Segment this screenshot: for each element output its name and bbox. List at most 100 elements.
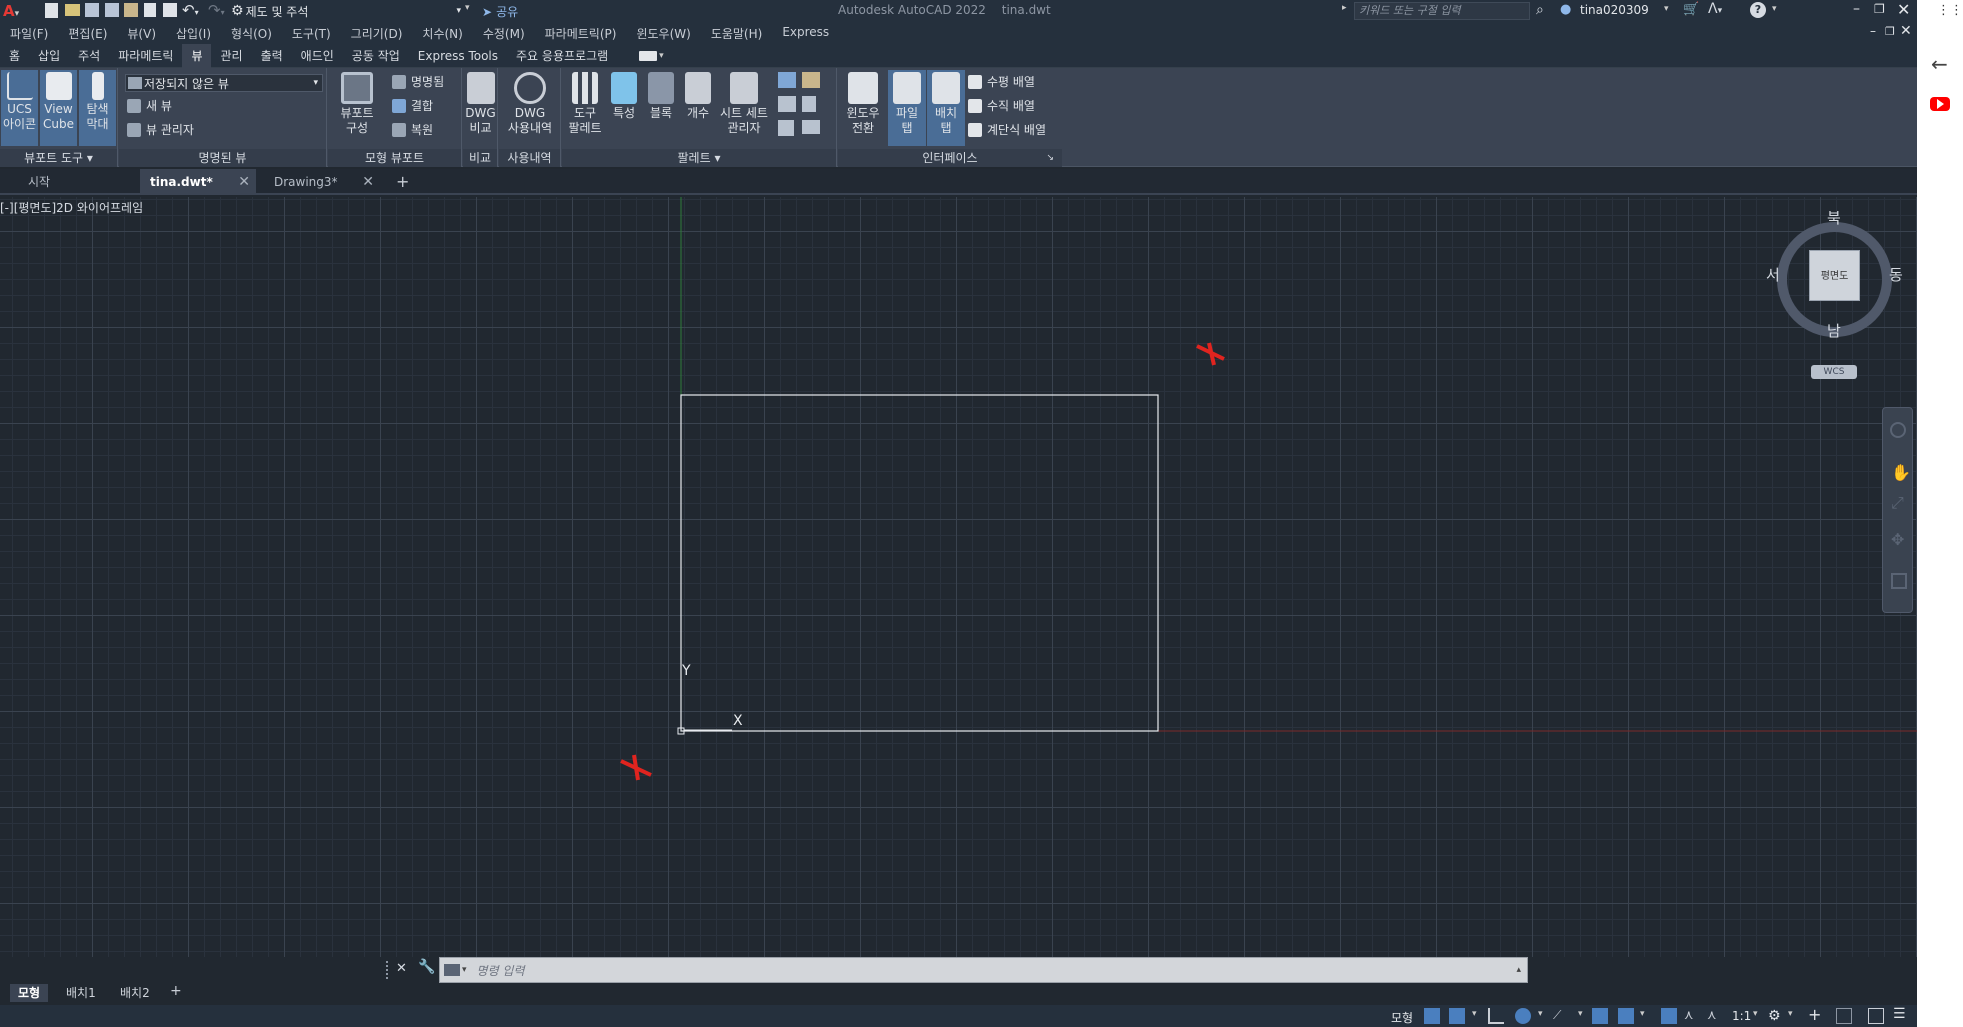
new-tab-button[interactable]: +: [396, 172, 409, 191]
app-menu-button[interactable]: A▾: [3, 2, 19, 20]
workspace-gear-icon[interactable]: ⚙: [1768, 1008, 1784, 1024]
doc-close-icon[interactable]: ✕: [1900, 23, 1912, 39]
panel-title[interactable]: 뷰포트 도구 ▾: [0, 149, 117, 167]
chevron-down-icon[interactable]: ▾: [1472, 1009, 1477, 1019]
polar-tracking-icon[interactable]: [1515, 1008, 1531, 1024]
named-viewports-button[interactable]: 명명됨: [392, 72, 444, 92]
tab-model[interactable]: 모형: [10, 984, 49, 1002]
palette-small-icon[interactable]: [802, 96, 816, 112]
tab-layout2[interactable]: 배치2: [112, 984, 158, 1002]
isodraft-icon[interactable]: ⟋: [1553, 1008, 1569, 1024]
customize-menu-icon[interactable]: ☰: [1893, 1006, 1909, 1022]
ribbon-minimize-toggle[interactable]: [639, 50, 658, 61]
minimize-icon[interactable]: –: [1853, 1, 1860, 17]
help-icon[interactable]: ?: [1750, 2, 1766, 18]
ortho-icon[interactable]: [1488, 1008, 1504, 1024]
doc-minimize-icon[interactable]: –: [1870, 24, 1876, 38]
rectangle-shape[interactable]: [680, 394, 1159, 732]
menu-item[interactable]: 도움말(H): [701, 25, 773, 42]
compass-west[interactable]: 서: [1766, 264, 1780, 285]
menu-item[interactable]: 치수(N): [412, 25, 472, 42]
view-manager-button[interactable]: 뷰 관리자: [127, 120, 194, 140]
menu-item[interactable]: 수정(M): [473, 25, 535, 42]
chevron-down-icon[interactable]: ▾: [462, 965, 467, 975]
web-save-icon[interactable]: [124, 3, 138, 17]
annotation-visibility-icon[interactable]: [1661, 1008, 1677, 1024]
undo-icon[interactable]: ↶▾: [182, 1, 199, 19]
menu-item[interactable]: 그리기(D): [341, 25, 413, 42]
menu-item[interactable]: 파일(F): [0, 25, 58, 42]
wcs-dropdown[interactable]: WCS: [1811, 365, 1857, 379]
chevron-down-icon[interactable]: ▾: [1753, 1009, 1758, 1019]
ribbon-tab[interactable]: 홈: [0, 44, 29, 68]
doc-restore-icon[interactable]: ❐: [1885, 25, 1895, 38]
menu-item[interactable]: 파라메트릭(P): [535, 25, 627, 42]
join-viewports-button[interactable]: 결합: [392, 96, 433, 116]
properties-button[interactable]: 특성: [606, 72, 642, 121]
annotation-monitor-icon[interactable]: +: [1808, 1005, 1824, 1024]
nav-bar-button[interactable]: 탐색 막대: [79, 70, 116, 146]
save-icon[interactable]: [85, 3, 99, 17]
compass-east[interactable]: 동: [1889, 264, 1903, 285]
open-file-icon[interactable]: [65, 4, 80, 16]
user-name[interactable]: tina020309: [1580, 3, 1649, 17]
close-icon[interactable]: ✕: [396, 961, 407, 976]
ribbon-tab[interactable]: 삽입: [29, 44, 69, 68]
chevron-down-icon[interactable]: ▾: [1772, 4, 1777, 14]
tile-vertical-button[interactable]: 수직 배열: [968, 96, 1035, 116]
cascade-button[interactable]: 계단식 배열: [968, 120, 1046, 140]
chevron-down-icon[interactable]: ▾: [1788, 1009, 1793, 1019]
tab-layout1[interactable]: 배치1: [58, 984, 104, 1002]
quick-access-more-icon[interactable]: ▾: [465, 3, 470, 13]
viewcube-button[interactable]: View Cube: [40, 70, 77, 146]
drawing-canvas[interactable]: [-][평면도]2D 와이어프레임 Y X 평면도 북 남 서 동 WCS ✋ …: [0, 197, 1917, 957]
block-button[interactable]: 블록: [643, 72, 679, 121]
menu-item[interactable]: 윈도우(W): [626, 25, 700, 42]
palette-small-icon[interactable]: [802, 120, 820, 134]
autodesk-a360-icon[interactable]: Ʌ▾: [1708, 1, 1722, 17]
chevron-up-icon[interactable]: ▴: [1516, 965, 1521, 975]
compass-north[interactable]: 북: [1827, 207, 1841, 228]
annotation-scale-icon[interactable]: ⋏: [1707, 1008, 1723, 1024]
cart-icon[interactable]: 🛒: [1683, 2, 1699, 17]
ribbon-tab[interactable]: 뷰: [182, 43, 212, 68]
save-as-icon[interactable]: [105, 3, 119, 17]
chevron-down-icon[interactable]: ▾: [659, 51, 664, 61]
ribbon-tab[interactable]: 파라메트릭: [109, 44, 182, 68]
menu-item[interactable]: 삽입(I): [166, 25, 221, 42]
user-icon[interactable]: ●: [1560, 2, 1571, 17]
ribbon-tab[interactable]: Express Tools: [409, 44, 507, 68]
auto-scale-icon[interactable]: ⋏: [1684, 1008, 1700, 1024]
showmotion-icon[interactable]: [1891, 573, 1907, 589]
share-button[interactable]: ➤ 공유: [482, 3, 518, 20]
plot-icon[interactable]: [163, 3, 177, 17]
dialog-launcher-icon[interactable]: ↘: [1046, 149, 1054, 167]
tile-horizontal-button[interactable]: 수평 배열: [968, 72, 1035, 92]
sheet-set-button[interactable]: 시트 세트 관리자: [716, 72, 772, 136]
search-icon[interactable]: ⌕: [1536, 2, 1544, 18]
menu-item[interactable]: 뷰(V): [117, 25, 166, 42]
ribbon-tab[interactable]: 애드인: [292, 44, 343, 68]
chevron-down-icon[interactable]: ▾: [1640, 1009, 1645, 1019]
command-input[interactable]: ▾ 명령 입력 ▴: [439, 957, 1528, 983]
chevron-down-icon[interactable]: ▾: [1664, 4, 1669, 14]
add-layout-button[interactable]: +: [170, 983, 182, 999]
switch-window-button[interactable]: 윈도우 전환: [840, 72, 886, 136]
ucs-icon-button[interactable]: UCS 아이콘: [1, 70, 38, 146]
steering-wheel-icon[interactable]: [1890, 422, 1906, 438]
dwg-history-button[interactable]: DWG 사용내역: [501, 72, 559, 136]
wrench-icon[interactable]: 🔧: [418, 959, 435, 975]
object-snap-tracking-icon[interactable]: [1592, 1008, 1608, 1024]
palette-small-icon[interactable]: [778, 120, 794, 136]
menu-item[interactable]: 도구(T): [282, 25, 341, 42]
orbit-icon[interactable]: ✥: [1891, 530, 1904, 549]
close-icon[interactable]: ✕: [1897, 0, 1910, 19]
ribbon-tab[interactable]: 주석: [69, 44, 109, 68]
chevron-down-icon[interactable]: ▾: [1578, 1009, 1583, 1019]
menu-item[interactable]: 편집(E): [58, 25, 117, 42]
command-history-icon[interactable]: [444, 964, 460, 976]
new-view-button[interactable]: 새 뷰: [127, 96, 172, 116]
restore-viewports-button[interactable]: 복원: [392, 120, 433, 140]
viewport-config-button[interactable]: 뷰포트 구성: [332, 72, 382, 136]
menu-item[interactable]: 형식(O): [221, 25, 282, 42]
